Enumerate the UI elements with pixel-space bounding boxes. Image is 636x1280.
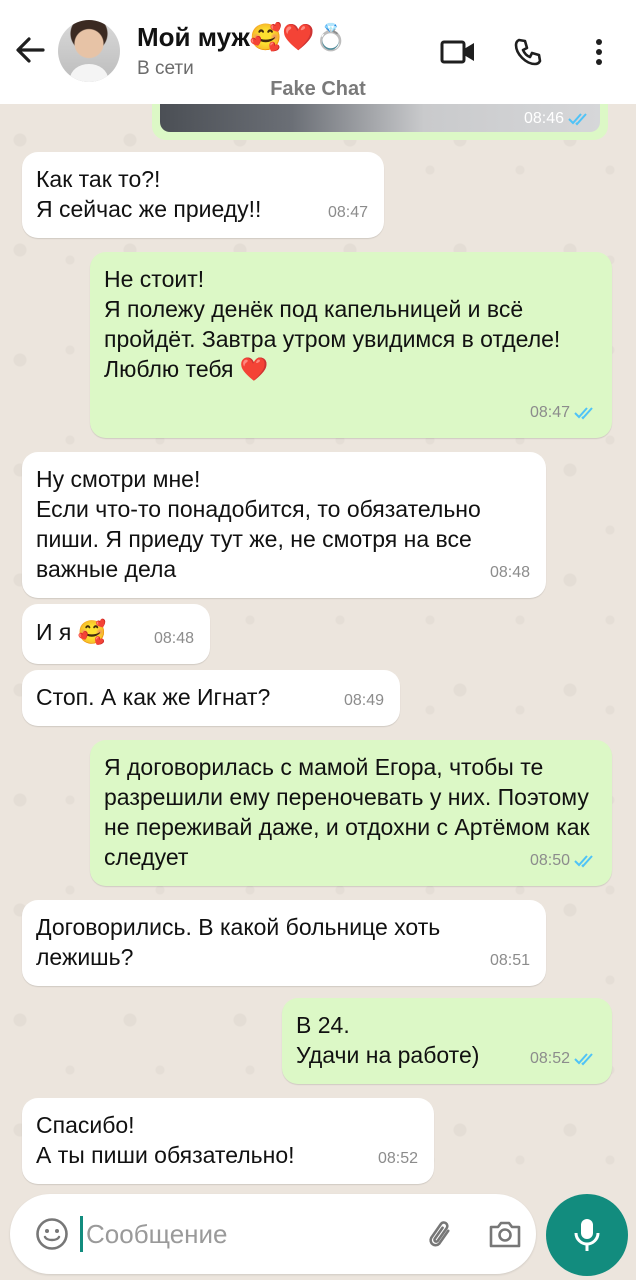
avatar[interactable] (58, 20, 120, 82)
voice-call-button[interactable] (506, 30, 550, 74)
double-check-icon (568, 113, 587, 126)
message-bubble-incoming[interactable]: Стоп. А как же Игнат? 08:49 (22, 670, 400, 726)
message-time: 08:52 (377, 1150, 418, 1167)
composer (10, 1194, 536, 1274)
microphone-icon (574, 1219, 600, 1251)
message-time: 08:48 (489, 564, 530, 581)
emoji-button[interactable] (32, 1214, 72, 1254)
camera-icon (489, 1221, 521, 1248)
message-text: Стоп. А как же Игнат? (36, 684, 271, 710)
attach-button[interactable] (420, 1214, 464, 1258)
kebab-menu-icon (596, 39, 602, 65)
arrow-left-icon (16, 37, 45, 63)
double-check-icon (574, 407, 593, 420)
message-text: Ну смотри мне! Если что-то понадобится, … (36, 466, 481, 582)
message-text: Спасибо! А ты пиши обязательно! (36, 1112, 295, 1168)
double-check-icon (574, 1053, 593, 1066)
message-bubble-outgoing[interactable]: Не стоит! Я полежу денёк под капельницей… (90, 252, 612, 438)
smiley-icon (36, 1218, 68, 1250)
message-text: Не стоит! Я полежу денёк под капельницей… (104, 266, 561, 382)
message-bubble-incoming[interactable]: И я 🥰 08:48 (22, 604, 210, 664)
message-time: 08:51 (489, 952, 530, 969)
video-camera-icon (440, 40, 474, 64)
watermark: Fake Chat (270, 78, 366, 100)
message-input[interactable] (86, 1212, 406, 1256)
camera-button[interactable] (482, 1212, 528, 1256)
message-bubble-incoming[interactable]: Ну смотри мне! Если что-то понадобится, … (22, 452, 546, 598)
message-text: Как так то?! Я сейчас же приеду!! (36, 166, 262, 222)
message-time: 08:52 (529, 1050, 570, 1067)
message-time: 08:47 (327, 204, 368, 221)
phone-icon (514, 38, 542, 66)
chat-header: Мой муж🥰❤️💍 В сети Fake Chat (0, 0, 636, 104)
message-bubble-incoming[interactable]: Договорились. В какой больнице хоть лежи… (22, 900, 546, 986)
message-list[interactable]: 08:46 Как так то?! Я сейчас же приеду!! … (0, 0, 636, 1184)
contact-status: В сети (137, 58, 194, 79)
back-button[interactable] (10, 28, 50, 72)
message-text: Я договорилась с мамой Егора, чтобы те р… (104, 754, 590, 870)
contact-name[interactable]: Мой муж🥰❤️💍 (137, 22, 347, 53)
message-time: 08:50 (529, 852, 570, 869)
message-time: 08:46 (523, 110, 564, 127)
voice-record-button[interactable] (546, 1194, 628, 1276)
more-options-button[interactable] (582, 30, 616, 74)
message-text: Договорились. В какой больнице хоть лежи… (36, 914, 441, 970)
paperclip-icon (429, 1221, 450, 1247)
message-bubble-incoming[interactable]: Как так то?! Я сейчас же приеду!! 08:47 (22, 152, 384, 238)
message-time: 08:47 (529, 404, 570, 421)
message-time: 08:48 (153, 630, 194, 647)
message-bubble-outgoing[interactable]: Я договорилась с мамой Егора, чтобы те р… (90, 740, 612, 886)
message-bubble-outgoing[interactable]: В 24. Удачи на работе) 08:52 (282, 998, 612, 1084)
video-call-button[interactable] (436, 30, 480, 74)
double-check-icon (574, 855, 593, 868)
message-bubble-incoming[interactable]: Спасибо! А ты пиши обязательно! 08:52 (22, 1098, 434, 1184)
message-time: 08:49 (343, 692, 384, 709)
text-caret (80, 1216, 83, 1252)
